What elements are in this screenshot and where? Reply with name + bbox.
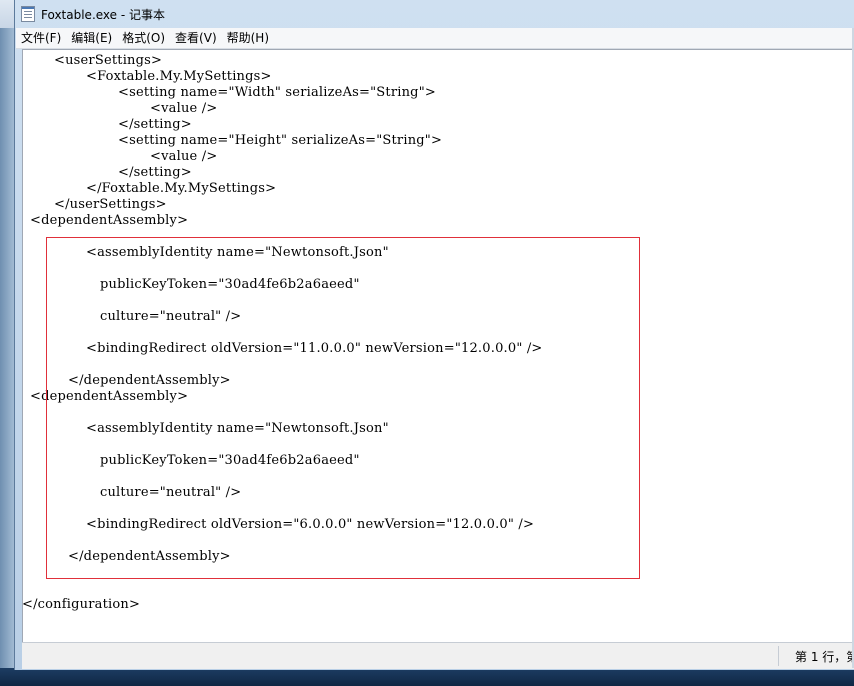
menu-format[interactable]: 格式(O) — [117, 28, 170, 48]
menu-bar: 文件(F) 编辑(E) 格式(O) 查看(V) 帮助(H) — [16, 28, 854, 49]
code-line: </Foxtable.My.MySettings> — [86, 181, 277, 196]
status-separator — [778, 646, 779, 666]
red-highlight-box — [46, 237, 640, 579]
menu-view[interactable]: 查看(V) — [170, 28, 222, 48]
code-line: </configuration> — [22, 597, 141, 612]
notepad-icon — [21, 6, 35, 22]
cursor-position: 第 1 行，第 — [795, 650, 854, 664]
title-bar[interactable]: Foxtable.exe - 记事本 — [15, 0, 854, 28]
code-line: <Foxtable.My.MySettings> — [86, 69, 272, 84]
code-line: <dependentAssembly> — [30, 213, 189, 228]
code-line: <value /> — [150, 149, 218, 164]
menu-file[interactable]: 文件(F) — [16, 28, 66, 48]
code-line: </userSettings> — [54, 197, 167, 212]
code-line: <setting name="Height" serializeAs="Stri… — [118, 133, 443, 148]
notepad-window: Foxtable.exe - 记事本 文件(F) 编辑(E) 格式(O) 查看(… — [14, 0, 854, 670]
menu-edit[interactable]: 编辑(E) — [66, 28, 117, 48]
taskbar-strip — [0, 668, 854, 686]
code-line: </setting> — [118, 117, 192, 132]
code-line: <userSettings> — [54, 53, 163, 68]
code-line: <value /> — [150, 101, 218, 116]
window-title: Foxtable.exe - 记事本 — [41, 7, 166, 22]
code-line: <setting name="Width" serializeAs="Strin… — [118, 85, 436, 100]
text-editor-area[interactable]: <userSettings> <Foxtable.My.MySettings> … — [22, 49, 854, 642]
menu-help[interactable]: 帮助(H) — [222, 28, 274, 48]
code-line: </setting> — [118, 165, 192, 180]
status-bar: 第 1 行，第 — [22, 642, 854, 669]
